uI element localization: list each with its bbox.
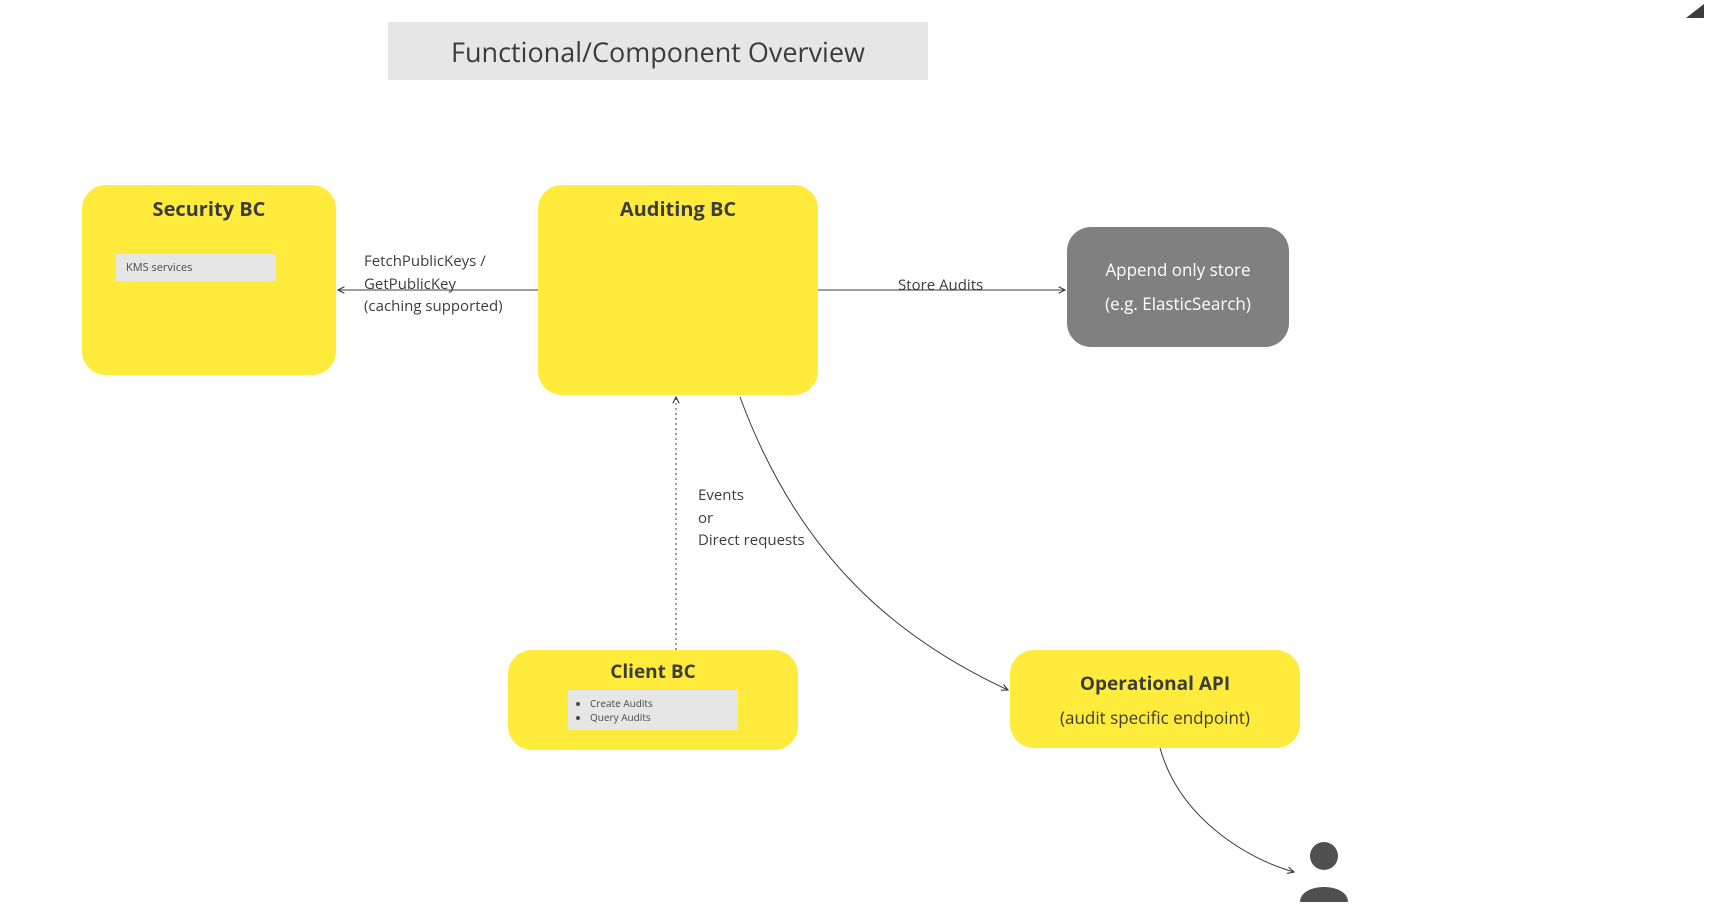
- security-sub-kms: KMS services: [116, 254, 276, 281]
- client-sub-box: Create Audits Query Audits: [568, 690, 738, 730]
- edge-operational-to-user: [1160, 748, 1294, 872]
- node-client-bc: Client BC Create Audits Query Audits: [508, 650, 798, 750]
- node-append-store: Append only store (e.g. ElasticSearch): [1067, 227, 1289, 347]
- node-client-title: Client BC: [508, 658, 798, 684]
- client-sub-list: Create Audits Query Audits: [576, 696, 730, 724]
- node-op-sub: (audit specific endpoint): [1060, 706, 1250, 729]
- node-op-title: Operational API: [1080, 670, 1230, 696]
- node-auditing-title: Auditing BC: [538, 195, 818, 222]
- node-security-title: Security BC: [82, 195, 336, 222]
- node-operational-api: Operational API (audit specific endpoint…: [1010, 650, 1300, 748]
- corner-triangle-icon: [1686, 4, 1704, 18]
- node-append-text: Append only store (e.g. ElasticSearch): [1105, 253, 1251, 321]
- edge-label-store-audits: Store Audits: [898, 274, 983, 297]
- diagram-title-text: Functional/Component Overview: [451, 33, 865, 70]
- connector-overlay: [0, 0, 1716, 914]
- node-auditing-bc: Auditing BC: [538, 185, 818, 395]
- diagram-title: Functional/Component Overview: [388, 22, 928, 80]
- client-sub-item: Query Audits: [590, 710, 730, 724]
- edge-label-events: Events or Direct requests: [698, 484, 805, 552]
- client-sub-item: Create Audits: [590, 696, 730, 710]
- edge-label-fetch-keys: FetchPublicKeys / GetPublicKey (caching …: [364, 250, 503, 318]
- user-icon: [1296, 840, 1352, 902]
- diagram-canvas: Functional/Component Overview Security B…: [0, 0, 1716, 914]
- node-security-bc: Security BC KMS services: [82, 185, 336, 375]
